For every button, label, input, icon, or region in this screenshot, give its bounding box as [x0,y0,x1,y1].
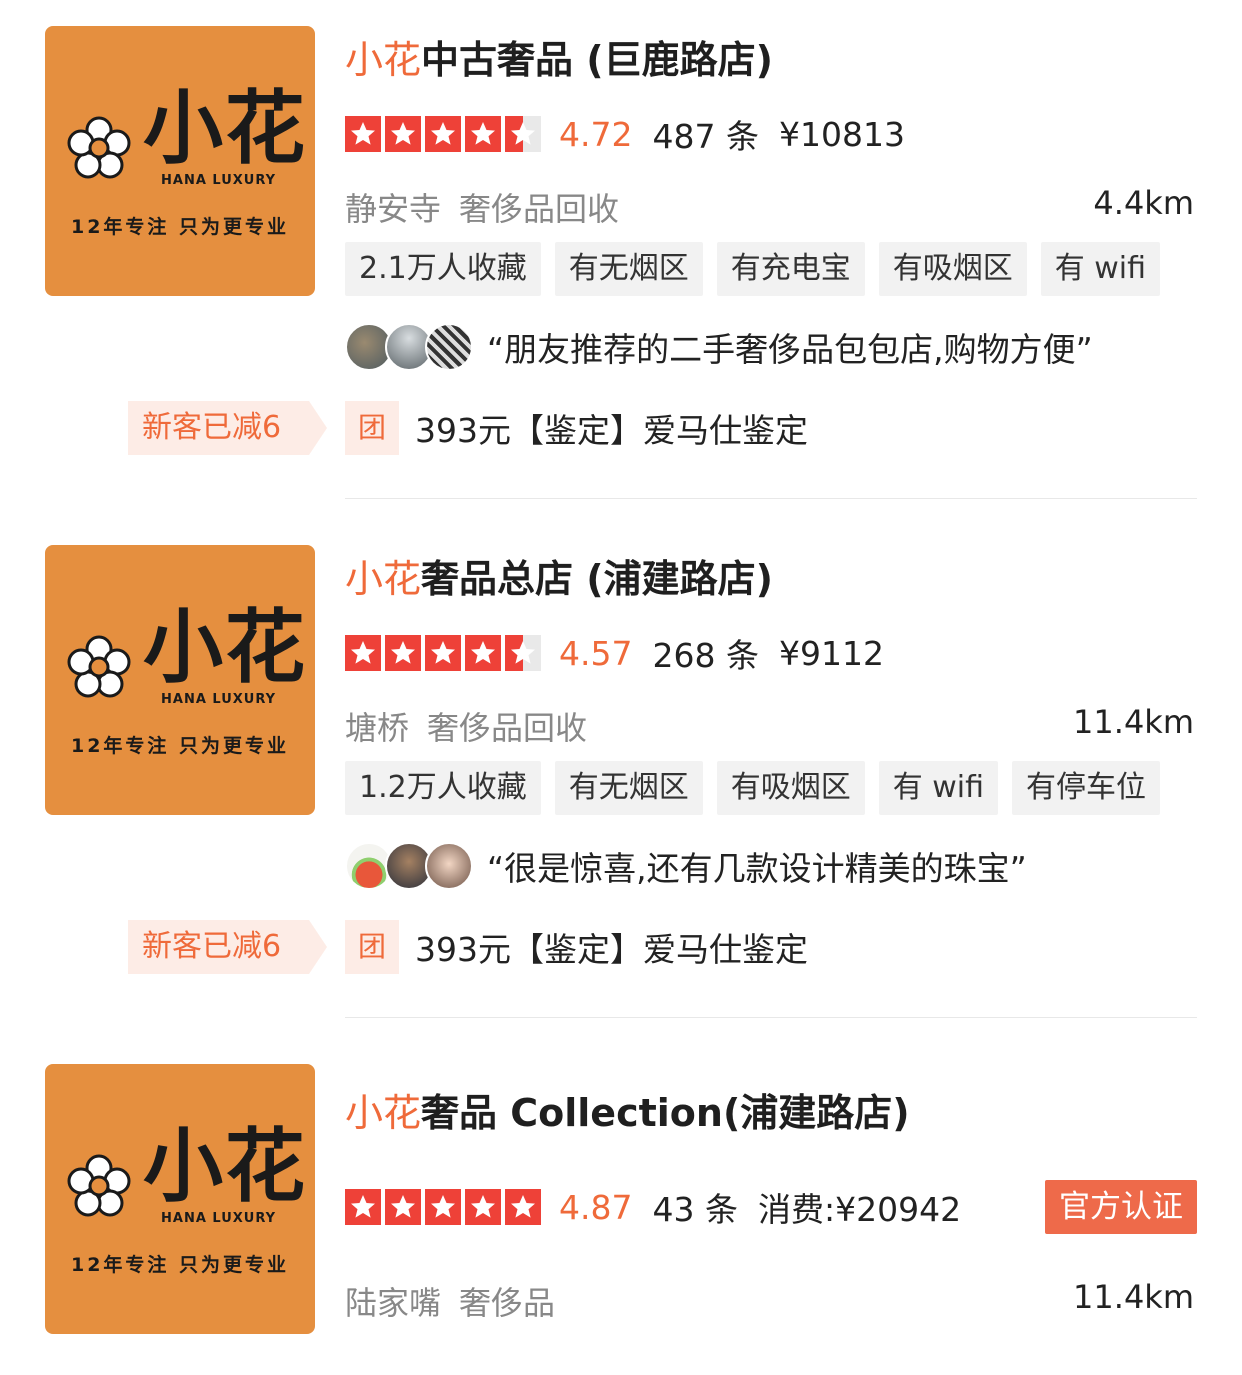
title-highlight: 小花 [345,557,422,601]
review-quote: “很是惊喜,还有几款设计精美的珠宝” [487,849,1027,888]
rating-row: 4.57 268 条 ¥9112 [345,633,884,675]
logo-brand-en: HANA LUXURY [161,692,277,707]
shop-title[interactable]: 小花奢品 Collection(浦建路店) [345,1089,910,1137]
rating-score: 4.57 [559,633,633,673]
star-icon [505,1189,541,1225]
distance-label: 11.4km [1073,1278,1194,1316]
star-rating [345,1189,545,1225]
logo-brand-en: HANA LUXURY [161,1211,277,1226]
meta-row: 陆家嘴 奢侈品 11.4km [345,1278,1194,1324]
distance-label: 4.4km [1093,184,1194,222]
logo-slogan: 12年专注 只为更专业 [70,735,290,757]
official-certified-badge: 官方认证 [1045,1180,1197,1234]
promo-badge: 新客已减6 [128,401,328,455]
rating-score: 4.87 [559,1187,633,1227]
group-buy-icon: 团 [345,401,399,455]
deal-text: 393元【鉴定】爱马仕鉴定 [415,930,808,969]
tag: 1.2万人收藏 [345,761,541,815]
distance-label: 11.4km [1073,703,1194,741]
rating-row: 4.87 43 条 消费:¥20942 [345,1187,961,1229]
star-icon [505,635,541,671]
review-count: 268 条 [652,636,759,675]
flower-icon [67,116,131,179]
divider [345,498,1197,499]
promo-label: 新客已减6 [128,401,328,455]
category-label: 奢侈品回收 [427,709,588,747]
review-row[interactable]: “朋友推荐的二手奢侈品包包店,购物方便” [345,321,1093,373]
area-label: 陆家嘴 [345,1284,442,1322]
avg-price: ¥10813 [778,114,905,154]
star-icon [345,1189,381,1225]
deal-text: 393元【鉴定】爱马仕鉴定 [415,411,808,450]
area-label: 静安寺 [345,190,442,228]
tag: 2.1万人收藏 [345,242,541,296]
category-label: 奢侈品回收 [459,190,620,228]
divider [345,1017,1197,1018]
meta-row: 塘桥 奢侈品回收 11.4km [345,703,1194,749]
shop-title[interactable]: 小花奢品总店 (浦建路店) [345,555,773,603]
deal-row[interactable]: 团 393元【鉴定】爱马仕鉴定 [345,920,808,974]
area-label: 塘桥 [345,709,410,747]
tag-list: 1.2万人收藏 有无烟区 有吸烟区 有 wifi 有停车位 [345,761,1174,815]
title-rest: 奢品 Collection(浦建路店) [421,1091,910,1135]
star-icon [385,1189,421,1225]
tag: 有吸烟区 [878,242,1027,296]
star-icon [385,116,421,152]
tag: 有无烟区 [554,761,703,815]
tag: 有 wifi [878,761,999,815]
tag: 有吸烟区 [716,761,865,815]
shop-logo[interactable]: 小花 HANA LUXURY 12年专注 只为更专业 [45,545,315,815]
flower-icon [67,635,131,698]
review-row[interactable]: “很是惊喜,还有几款设计精美的珠宝” [345,840,1027,892]
category-label: 奢侈品 [459,1284,556,1322]
star-icon [505,116,541,152]
review-count: 43 条 [652,1190,738,1229]
tag: 有无烟区 [554,242,703,296]
shop-logo[interactable]: 小花 HANA LUXURY 12年专注 只为更专业 [45,1064,315,1334]
logo-brand-cn: 小花 [143,1120,307,1213]
star-icon [345,635,381,671]
logo-brand-cn: 小花 [143,601,307,694]
star-icon [465,1189,501,1225]
logo-slogan: 12年专注 只为更专业 [70,1254,290,1276]
flower-icon [67,1154,131,1217]
group-buy-icon: 团 [345,920,399,974]
title-highlight: 小花 [345,1091,422,1135]
logo-brand-cn: 小花 [143,82,307,175]
deal-row[interactable]: 团 393元【鉴定】爱马仕鉴定 [345,401,808,455]
rating-row: 4.72 487 条 ¥10813 [345,114,905,156]
avg-price: 消费:¥20942 [757,1190,962,1229]
avatar-group [345,321,477,373]
tag: 有充电宝 [716,242,865,296]
star-icon [425,635,461,671]
avatar-group [345,840,477,892]
review-quote: “朋友推荐的二手奢侈品包包店,购物方便” [487,330,1093,369]
avatar [425,842,473,890]
promo-badge: 新客已减6 [128,920,328,974]
star-rating [345,116,545,152]
review-count: 487 条 [652,117,759,156]
star-rating [345,635,545,671]
star-icon [425,1189,461,1225]
star-icon [465,635,501,671]
tag: 有 wifi [1040,242,1161,296]
promo-label: 新客已减6 [128,920,328,974]
meta-row: 静安寺 奢侈品回收 4.4km [345,184,1194,230]
title-rest: 奢品总店 (浦建路店) [421,557,773,601]
tag-list: 2.1万人收藏 有无烟区 有充电宝 有吸烟区 有 wifi [345,242,1174,296]
logo-brand-en: HANA LUXURY [161,173,277,188]
avatar [425,323,473,371]
star-icon [345,116,381,152]
shop-title[interactable]: 小花中古奢品 (巨鹿路店) [345,36,773,84]
logo-slogan: 12年专注 只为更专业 [70,216,290,238]
star-icon [465,116,501,152]
rating-score: 4.72 [559,114,633,154]
star-icon [385,635,421,671]
avg-price: ¥9112 [778,633,884,673]
title-rest: 中古奢品 (巨鹿路店) [421,38,773,82]
title-highlight: 小花 [345,38,422,82]
tag: 有停车位 [1012,761,1161,815]
star-icon [425,116,461,152]
shop-logo[interactable]: 小花 HANA LUXURY 12年专注 只为更专业 [45,26,315,296]
